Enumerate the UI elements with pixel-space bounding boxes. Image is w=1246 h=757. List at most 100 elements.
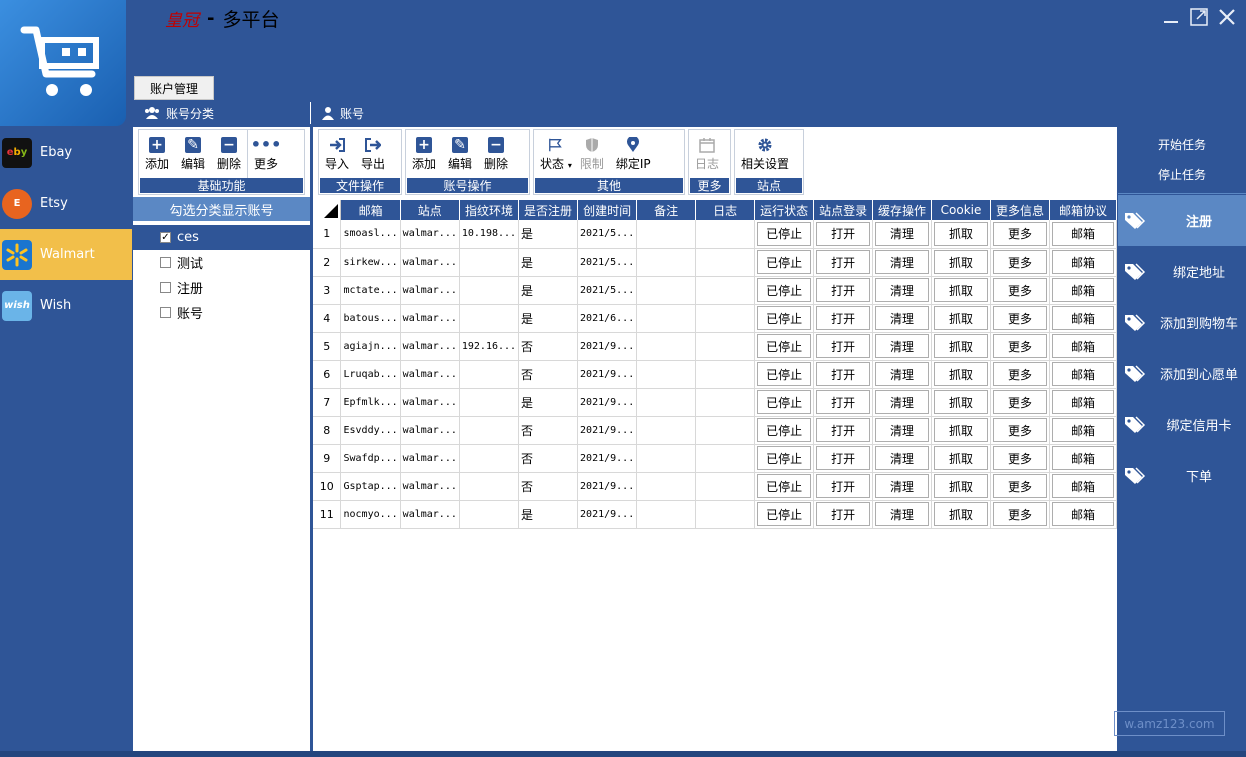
run-status-button[interactable]: 已停止 <box>757 221 812 246</box>
export-button[interactable]: 导出 <box>355 130 391 178</box>
run-status-button[interactable]: 已停止 <box>757 502 812 526</box>
start-task-button[interactable]: 开始任务 <box>1118 129 1246 159</box>
more-info-button[interactable]: 更多 <box>993 334 1047 358</box>
run-status-button[interactable]: 已停止 <box>757 362 812 386</box>
account-add-button[interactable]: + 添加 <box>406 130 442 178</box>
checkbox[interactable] <box>160 257 171 268</box>
related-settings-button[interactable]: 相关设置 <box>735 130 795 178</box>
column-header[interactable]: 站点 <box>400 200 460 220</box>
grab-cookie-button[interactable]: 抓取 <box>934 221 989 246</box>
column-header[interactable]: 站点登录 <box>813 200 874 220</box>
more-info-button[interactable]: 更多 <box>993 250 1047 274</box>
mail-protocol-button[interactable]: 邮箱 <box>1052 221 1114 246</box>
clear-cache-button[interactable]: 清理 <box>875 250 930 274</box>
site-login-button[interactable]: 打开 <box>816 306 871 330</box>
mail-protocol-button[interactable]: 邮箱 <box>1052 418 1114 442</box>
column-header[interactable]: 创建时间 <box>577 200 638 220</box>
corner-cell[interactable] <box>313 200 342 220</box>
table-row[interactable]: 8 Esvddy... walmar... 否 2021/9... 已停止 打开 清理 抓取 更多… <box>313 416 1117 445</box>
site-login-button[interactable]: 打开 <box>816 334 871 358</box>
column-header[interactable]: 邮箱协议 <box>1049 200 1117 220</box>
table-row[interactable]: 3 mctate... walmar... 是 2021/5... 已停止 打开 清理 抓取 更多… <box>313 276 1117 305</box>
run-status-button[interactable]: 已停止 <box>757 250 812 274</box>
restore-icon[interactable] <box>1188 6 1210 28</box>
account-delete-button[interactable]: − 删除 <box>478 130 514 178</box>
column-header[interactable]: 更多信息 <box>990 200 1050 220</box>
mail-protocol-button[interactable]: 邮箱 <box>1052 362 1114 386</box>
status-dropdown-button[interactable]: 状态 ▾ <box>534 130 574 178</box>
tab-account-management[interactable]: 账户管理 <box>134 76 214 100</box>
site-login-button[interactable]: 打开 <box>816 390 871 414</box>
clear-cache-button[interactable]: 清理 <box>875 362 930 386</box>
grab-cookie-button[interactable]: 抓取 <box>934 474 989 498</box>
checkbox[interactable] <box>160 282 171 293</box>
more-info-button[interactable]: 更多 <box>993 446 1047 470</box>
platform-wish[interactable]: wish Wish <box>0 280 132 331</box>
run-status-button[interactable]: 已停止 <box>757 474 812 498</box>
bind-ip-button[interactable]: 绑定IP <box>610 130 657 178</box>
flow-item[interactable]: 绑定信用卡 <box>1118 399 1246 450</box>
clear-cache-button[interactable]: 清理 <box>875 418 930 442</box>
category-item-test[interactable]: 测试 <box>133 250 310 275</box>
mail-protocol-button[interactable]: 邮箱 <box>1052 502 1114 526</box>
column-header[interactable]: 日志 <box>695 200 756 220</box>
checkbox[interactable] <box>160 307 171 318</box>
minimize-icon[interactable] <box>1160 6 1182 28</box>
table-row[interactable]: 10 Gsptap... walmar... 否 2021/9... 已停止 打开 清理 抓取更… <box>313 472 1117 501</box>
column-header[interactable]: Cookie <box>931 200 992 220</box>
category-more-button[interactable]: ••• 更多 <box>247 130 284 178</box>
close-icon[interactable] <box>1216 6 1238 28</box>
table-row[interactable]: 4 batous... walmar... 是 2021/6... 已停止 打开 清理 抓取 更多… <box>313 304 1117 333</box>
mail-protocol-button[interactable]: 邮箱 <box>1052 250 1114 274</box>
run-status-button[interactable]: 已停止 <box>757 334 812 358</box>
clear-cache-button[interactable]: 清理 <box>875 502 930 526</box>
grab-cookie-button[interactable]: 抓取 <box>934 306 989 330</box>
run-status-button[interactable]: 已停止 <box>757 390 812 414</box>
run-status-button[interactable]: 已停止 <box>757 418 812 442</box>
account-edit-button[interactable]: ✎ 编辑 <box>442 130 478 178</box>
mail-protocol-button[interactable]: 邮箱 <box>1052 334 1114 358</box>
flow-item[interactable]: 下单 <box>1118 450 1246 501</box>
mail-protocol-button[interactable]: 邮箱 <box>1052 278 1114 302</box>
column-header[interactable]: 邮箱 <box>340 200 401 220</box>
flow-item[interactable]: 绑定地址 <box>1118 246 1246 297</box>
clear-cache-button[interactable]: 清理 <box>875 474 930 498</box>
more-info-button[interactable]: 更多 <box>993 418 1047 442</box>
flow-item[interactable]: 添加到心愿单 <box>1118 348 1246 399</box>
site-login-button[interactable]: 打开 <box>816 474 871 498</box>
table-row[interactable]: 1 smoasl... walmar... 10.198... 是 2021/5... 已停… <box>313 220 1117 249</box>
mail-protocol-button[interactable]: 邮箱 <box>1052 306 1114 330</box>
site-login-button[interactable]: 打开 <box>816 418 871 442</box>
table-row[interactable]: 6 Lruqab... walmar... 否 2021/9... 已停止 打开 清理 抓取 更多… <box>313 360 1117 389</box>
stop-task-button[interactable]: 停止任务 <box>1118 159 1246 189</box>
site-login-button[interactable]: 打开 <box>816 278 871 302</box>
site-login-button[interactable]: 打开 <box>816 250 871 274</box>
site-login-button[interactable]: 打开 <box>816 446 871 470</box>
more-info-button[interactable]: 更多 <box>993 390 1047 414</box>
clear-cache-button[interactable]: 清理 <box>875 390 930 414</box>
table-row[interactable]: 9 Swafdp... walmar... 否 2021/9... 已停止 打开 清理 抓取 更多… <box>313 444 1117 473</box>
grab-cookie-button[interactable]: 抓取 <box>934 502 989 526</box>
column-header[interactable]: 运行状态 <box>754 200 815 220</box>
grab-cookie-button[interactable]: 抓取 <box>934 334 989 358</box>
run-status-button[interactable]: 已停止 <box>757 306 812 330</box>
category-add-button[interactable]: + 添加 <box>139 130 175 178</box>
flow-item[interactable]: 注册 <box>1118 195 1246 246</box>
flow-item[interactable]: 添加到购物车 <box>1118 297 1246 348</box>
run-status-button[interactable]: 已停止 <box>757 446 812 470</box>
column-header[interactable]: 缓存操作 <box>872 200 933 220</box>
mail-protocol-button[interactable]: 邮箱 <box>1052 390 1114 414</box>
category-item-ces[interactable]: ✓ ces <box>133 225 310 250</box>
run-status-button[interactable]: 已停止 <box>757 278 812 302</box>
more-info-button[interactable]: 更多 <box>993 502 1047 526</box>
more-info-button[interactable]: 更多 <box>993 306 1047 330</box>
category-item-account[interactable]: 账号 <box>133 300 310 325</box>
category-delete-button[interactable]: − 删除 <box>211 130 247 178</box>
column-header[interactable]: 备注 <box>636 200 697 220</box>
clear-cache-button[interactable]: 清理 <box>875 334 930 358</box>
platform-ebay[interactable]: eby Ebay <box>0 127 132 178</box>
log-button[interactable]: 日志 <box>689 130 725 178</box>
more-info-button[interactable]: 更多 <box>993 362 1047 386</box>
checkbox-checked[interactable]: ✓ <box>160 232 171 243</box>
clear-cache-button[interactable]: 清理 <box>875 221 930 246</box>
